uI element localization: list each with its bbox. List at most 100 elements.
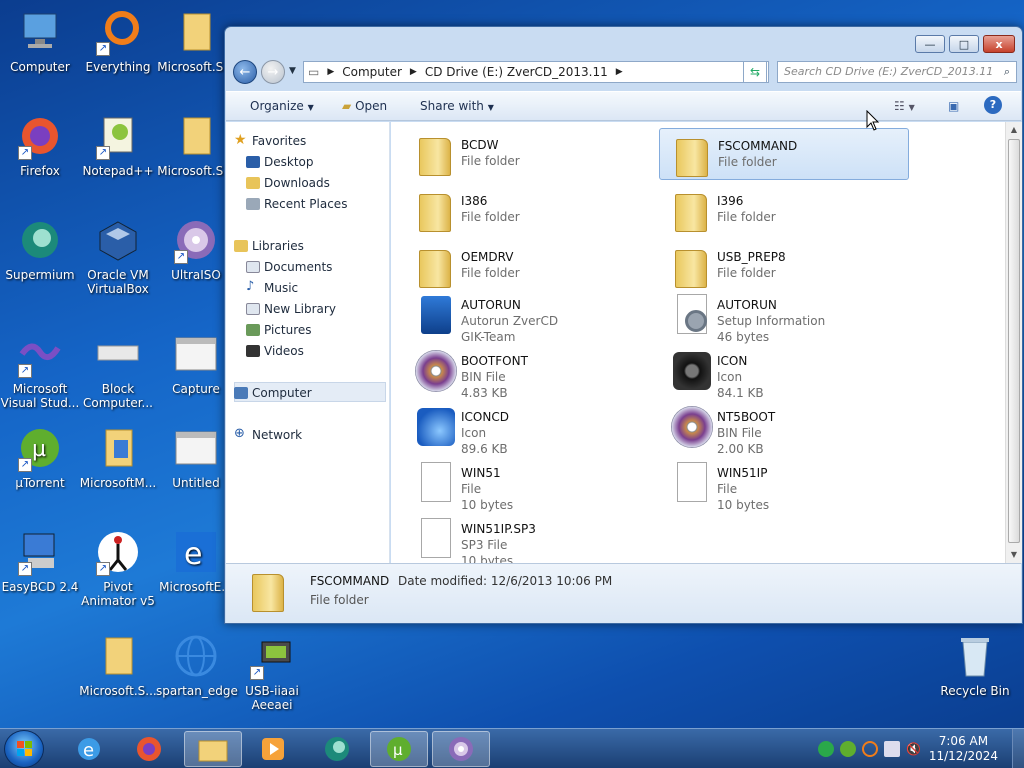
- nav-desktop[interactable]: Desktop: [246, 155, 314, 169]
- view-options-button[interactable]: ☷ ▼: [894, 99, 915, 113]
- taskbar-clock[interactable]: 7:06 AM 11/12/2024: [929, 734, 998, 764]
- open-button[interactable]: ▰ Open: [342, 99, 387, 113]
- desktop-icon-everything[interactable]: ↗ Everything: [78, 8, 158, 74]
- settings-file-icon: [669, 292, 713, 336]
- back-button[interactable]: ←: [233, 60, 257, 84]
- nav-label: Videos: [264, 344, 304, 358]
- tray-utorrent-icon[interactable]: [840, 741, 856, 757]
- organize-button[interactable]: Organize ▼: [250, 99, 314, 113]
- file-name: AUTORUN: [717, 298, 777, 312]
- preview-pane-button[interactable]: ▣: [948, 99, 959, 113]
- desktop-icon-virtualbox[interactable]: Oracle VM VirtualBox: [78, 216, 158, 296]
- tray-everything-icon[interactable]: [862, 741, 878, 757]
- nav-libraries[interactable]: Libraries: [234, 239, 304, 253]
- taskbar-ie[interactable]: e: [60, 731, 118, 767]
- desktop-icon-microsoft-s-3[interactable]: Microsoft.S...: [78, 632, 158, 698]
- list-item[interactable]: OEMDRV File folder: [403, 240, 653, 292]
- search-input[interactable]: Search CD Drive (E:) ZverCD_2013.11 ⌕: [777, 61, 1017, 83]
- chevron-down-icon: ▼: [307, 103, 314, 112]
- nav-documents[interactable]: Documents: [246, 260, 332, 274]
- breadcrumb-computer[interactable]: Computer: [342, 65, 402, 79]
- forward-button[interactable]: →: [261, 60, 285, 84]
- taskbar-supermium[interactable]: [308, 731, 366, 767]
- list-item[interactable]: WIN51 File 10 bytes: [403, 456, 653, 512]
- desktop-icon-pivot[interactable]: ↗ Pivot Animator v5: [78, 528, 158, 608]
- desktop-icon-easybcd[interactable]: ↗ EasyBCD 2.4: [0, 528, 80, 594]
- tray-flag-icon[interactable]: [884, 741, 900, 757]
- speaker-icon: [669, 348, 713, 392]
- list-item[interactable]: AUTORUN Autorun ZverCD GIK-Team: [403, 288, 653, 344]
- share-with-button[interactable]: Share with ▼: [420, 99, 494, 113]
- taskbar-explorer[interactable]: [184, 731, 242, 767]
- list-item[interactable]: WIN51IP.SP3 SP3 File 10 bytes: [403, 512, 653, 563]
- taskbar-media-player[interactable]: [244, 731, 302, 767]
- scroll-up-icon[interactable]: ▲: [1006, 122, 1022, 138]
- file-name: I396: [717, 194, 744, 208]
- nav-new-library[interactable]: New Library: [246, 302, 336, 316]
- desktop-icon-utorrent[interactable]: µ ↗ µTorrent: [0, 424, 80, 490]
- list-item-selected[interactable]: FSCOMMAND File folder: [659, 128, 909, 180]
- search-placeholder: Search CD Drive (E:) ZverCD_2013.11: [784, 65, 994, 78]
- nav-computer[interactable]: Computer: [234, 386, 312, 400]
- desktop-icon-label: spartan_edge: [156, 684, 238, 698]
- nav-recent-places[interactable]: Recent Places: [246, 197, 347, 211]
- taskbar-utorrent[interactable]: µ: [370, 731, 428, 767]
- help-button[interactable]: ?: [984, 96, 1002, 114]
- desktop-icon-visual-studio[interactable]: ↗ Microsoft Visual Stud...: [0, 330, 80, 410]
- file-size: 89.6 KB: [461, 442, 508, 456]
- taskbar-ultraiso[interactable]: [432, 731, 490, 767]
- list-item[interactable]: AUTORUN Setup Information 46 bytes: [659, 288, 909, 344]
- desktop-icon-usb[interactable]: ↗ USB-iiaai Aeeaei: [232, 632, 312, 712]
- desktop-icon-supermium[interactable]: Supermium: [0, 216, 80, 282]
- scroll-thumb[interactable]: [1008, 139, 1020, 543]
- vertical-scrollbar[interactable]: ▲ ▼: [1005, 122, 1022, 563]
- desktop-icon-notepadpp[interactable]: ↗ Notepad++: [78, 112, 158, 178]
- list-item[interactable]: BCDW File folder: [403, 128, 653, 180]
- list-item[interactable]: BOOTFONT BIN File 4.83 KB: [403, 344, 653, 400]
- recent-pages-dropdown-icon[interactable]: ▼: [289, 66, 296, 76]
- notepadpp-icon: ↗: [94, 112, 142, 160]
- visual-studio-icon: ↗: [16, 330, 64, 378]
- details-name: FSCOMMAND: [310, 574, 390, 588]
- list-item[interactable]: NT5BOOT BIN File 2.00 KB: [659, 400, 909, 456]
- desktop-icon-label: Supermium: [5, 268, 75, 282]
- view-options-icon: ☷: [894, 99, 905, 113]
- breadcrumb-cd-drive[interactable]: CD Drive (E:) ZverCD_2013.11: [425, 65, 608, 79]
- list-item[interactable]: WIN51IP File 10 bytes: [659, 456, 909, 512]
- show-desktop-button[interactable]: [1012, 729, 1024, 768]
- desktop-icon-microsoftm[interactable]: MicrosoftM...: [78, 424, 158, 490]
- libraries-icon: [234, 240, 248, 252]
- file-name: BCDW: [461, 138, 499, 152]
- scroll-down-icon[interactable]: ▼: [1006, 547, 1022, 563]
- desktop-icon-firefox[interactable]: ↗ Firefox: [0, 112, 80, 178]
- tray-volume-muted-icon[interactable]: 🔇: [906, 741, 922, 757]
- desktop-icon-spartan-edge[interactable]: spartan_edge: [156, 632, 238, 698]
- desktop-icon-block-computer[interactable]: Block Computer...: [78, 330, 158, 410]
- list-item[interactable]: USB_PREP8 File folder: [659, 240, 909, 292]
- maximize-button[interactable]: □: [949, 35, 979, 53]
- nav-favorites[interactable]: ★ Favorites: [234, 132, 306, 148]
- start-button[interactable]: [4, 730, 44, 768]
- list-item[interactable]: ICON Icon 84.1 KB: [659, 344, 909, 400]
- nav-downloads[interactable]: Downloads: [246, 176, 330, 190]
- minimize-button[interactable]: —: [915, 35, 945, 53]
- desktop-icon-label: USB-iiaai Aeeaei: [245, 684, 299, 712]
- address-bar[interactable]: ▭ ▶ Computer ▶ CD Drive (E:) ZverCD_2013…: [303, 61, 769, 83]
- nav-label: Network: [252, 428, 303, 442]
- list-item[interactable]: I396 File folder: [659, 184, 909, 236]
- file-type: File folder: [461, 154, 520, 168]
- close-button[interactable]: x: [983, 35, 1015, 53]
- refresh-button[interactable]: ⇆: [743, 61, 767, 83]
- list-item[interactable]: I386 File folder: [403, 184, 653, 236]
- tray-network-icon[interactable]: [818, 741, 834, 757]
- taskbar-firefox[interactable]: [120, 731, 178, 767]
- nav-music[interactable]: ♪ Music: [246, 279, 298, 295]
- nav-pictures[interactable]: Pictures: [246, 323, 312, 337]
- nav-videos[interactable]: Videos: [246, 344, 304, 358]
- list-item[interactable]: ICONCD Icon 89.6 KB: [403, 400, 653, 456]
- nav-network[interactable]: ⊕ Network: [234, 426, 303, 442]
- window-icon: [172, 424, 220, 472]
- title-bar[interactable]: — □ x: [225, 27, 1022, 57]
- desktop-icon-computer[interactable]: Computer: [0, 8, 80, 74]
- desktop-icon-recycle-bin[interactable]: Recycle Bin: [935, 632, 1015, 698]
